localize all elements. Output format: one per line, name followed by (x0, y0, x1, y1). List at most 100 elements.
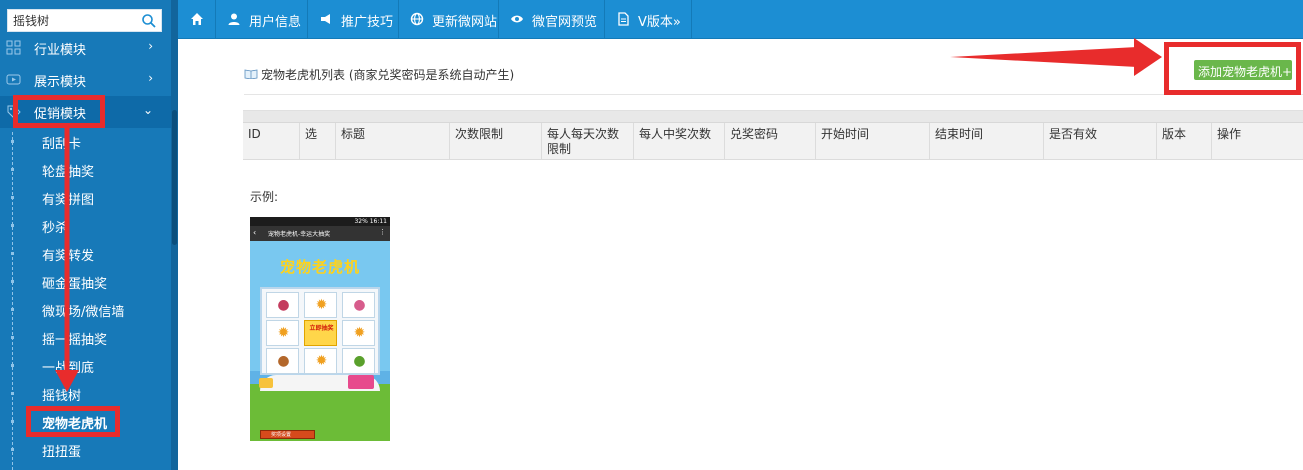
submenu-item[interactable]: 微现场/微信墙 (0, 295, 171, 323)
phone-status-bar: 32% 16:11 (250, 217, 390, 226)
frog-icon: ● (353, 353, 366, 369)
bullet-icon (11, 364, 14, 367)
bullet-icon (11, 448, 14, 451)
submenu-item[interactable]: 摇钱树 (0, 379, 171, 407)
annotation-box-pet-slot (26, 406, 120, 437)
slot-grid: ● ✹ ● ✹ 立即抽奖 ✹ ● ✹ ● (260, 287, 380, 375)
gift-icon (348, 375, 374, 389)
slot-cell: ● (342, 348, 375, 374)
content-panel: 宠物老虎机列表 (商家兑奖密码是系统自动产生) 添加宠物老虎机+ ID 选 标题… (230, 39, 1303, 455)
slot-cell: ✹ (304, 292, 337, 318)
bear-icon: ● (277, 353, 290, 369)
submenu-item[interactable]: 刮刮卡 (0, 127, 171, 155)
scrollbar-thumb[interactable] (172, 110, 177, 245)
submenu-item[interactable]: 有奖拼图 (0, 183, 171, 211)
table-header-id[interactable]: ID (243, 123, 299, 160)
bullet-icon (11, 420, 14, 423)
chevron-right-icon: › (148, 71, 153, 85)
megaphone-icon (321, 14, 330, 24)
lion-icon: ✹ (353, 325, 366, 341)
table-header-actions[interactable]: 操作 (1211, 123, 1303, 160)
slot-cell: ● (266, 292, 299, 318)
bird-icon: ● (277, 297, 290, 313)
slot-start-button: 立即抽奖 (304, 320, 337, 346)
lion-icon: ✹ (315, 297, 328, 313)
bullet-icon (11, 196, 14, 199)
bullet-icon (11, 252, 14, 255)
table-header-end-time[interactable]: 结束时间 (929, 123, 1043, 160)
eye-icon (511, 15, 523, 23)
bullet-icon (11, 140, 14, 143)
bullet-icon (11, 308, 14, 311)
top-nav: 用户信息 推广技巧 更新微网站 微官网预览 V版本» (178, 0, 1303, 39)
elephant-icon: ● (353, 297, 366, 313)
open-book-icon (244, 69, 258, 79)
table-header-limit[interactable]: 次数限制 (449, 123, 541, 160)
menu-label: 行业模块 (34, 43, 87, 58)
slot-cell: ● (342, 292, 375, 318)
phone-header: ‹ 宠物老虎机-幸运大抽奖 ⋮ (250, 226, 390, 241)
nav-user-info[interactable]: 用户信息 (216, 0, 308, 39)
phone-logo: 宠物老虎机 (279, 258, 360, 276)
example-label: 示例: (250, 190, 279, 204)
display-icon (6, 74, 21, 85)
bullet-icon (11, 392, 14, 395)
sidebar-scrollbar[interactable] (171, 0, 178, 470)
submenu-item[interactable]: 摇一摇抽奖 (0, 323, 171, 351)
search-input[interactable] (8, 10, 136, 31)
bullet-icon (11, 224, 14, 227)
lion-icon: ✹ (277, 325, 290, 341)
bullet-icon (11, 168, 14, 171)
menu-display-module[interactable]: 展示模块 › (0, 64, 171, 96)
example-screenshot: 32% 16:11 ‹ 宠物老虎机-幸运大抽奖 ⋮ 宠物老虎机 ● ✹ ● ✹ … (250, 217, 390, 441)
home-icon (191, 13, 203, 25)
chevron-down-icon: ⌄ (142, 103, 153, 117)
nav-home[interactable] (178, 0, 216, 39)
chevron-right-icon: › (148, 39, 153, 53)
phone-prize-settings-button: 奖项设置 (260, 430, 315, 439)
submenu-item[interactable]: 扭扭蛋 (0, 435, 171, 463)
menu-label: 展示模块 (34, 75, 87, 90)
sidebar: 行业模块 › 展示模块 › 促销模块 ⌄ 刮刮卡 轮盘抽奖 有奖拼图 秒杀 有 (0, 0, 178, 470)
main-content: 宠物老虎机列表 (商家兑奖密码是系统自动产生) 添加宠物老虎机+ ID 选 标题… (230, 39, 1303, 455)
table-header-select[interactable]: 选 (299, 123, 335, 160)
user-icon (228, 13, 240, 25)
globe-icon (410, 12, 424, 26)
annotation-box-promotion (13, 95, 105, 128)
menu-industry-module[interactable]: 行业模块 › (0, 32, 171, 64)
submenu-item[interactable]: 轮盘抽奖 (0, 155, 171, 183)
document-icon (618, 12, 629, 26)
search-icon[interactable] (141, 13, 157, 29)
table-header-start-time[interactable]: 开始时间 (815, 123, 929, 160)
table-header-password[interactable]: 兑奖密码 (724, 123, 815, 160)
nav-update-site[interactable]: 更新微网站 (399, 0, 499, 39)
nav-preview-site[interactable]: 微官网预览 (499, 0, 605, 39)
table-header-win-count[interactable]: 每人中奖次数 (633, 123, 724, 160)
list-table: ID 选 标题 次数限制 每人每天次数限制 每人中奖次数 兑奖密码 开始时间 结… (243, 110, 1303, 160)
annotation-box-add-button (1164, 42, 1301, 95)
nav-version[interactable]: V版本» (605, 0, 692, 39)
slot-cell: ● (266, 348, 299, 374)
bullet-icon (11, 280, 14, 283)
submenu-item[interactable]: 秒杀 (0, 211, 171, 239)
slot-cell: ✹ (342, 320, 375, 346)
submenu-item[interactable]: 一战到底 (0, 351, 171, 379)
submenu-item[interactable]: 有奖转发 (0, 239, 171, 267)
lion-icon: ✹ (315, 353, 328, 369)
slot-cell: ✹ (266, 320, 299, 346)
table-header-valid[interactable]: 是否有效 (1043, 123, 1156, 160)
nav-promotion-tips[interactable]: 推广技巧 (308, 0, 399, 39)
app-root: 行业模块 › 展示模块 › 促销模块 ⌄ 刮刮卡 轮盘抽奖 有奖拼图 秒杀 有 (0, 0, 1303, 470)
page-title-text: 宠物老虎机列表 (商家兑奖密码是系统自动产生) (261, 68, 515, 82)
table-header-version[interactable]: 版本 (1156, 123, 1211, 160)
table-toolbar (243, 111, 1303, 123)
submenu-item[interactable]: 砸金蛋抽奖 (0, 267, 171, 295)
table-header-daily-limit[interactable]: 每人每天次数限制 (541, 123, 633, 160)
back-icon: ‹ (253, 228, 257, 237)
divider (244, 94, 1303, 95)
sidebar-search[interactable] (7, 9, 162, 32)
gift-icon (259, 378, 273, 388)
slot-cell: ✹ (304, 348, 337, 374)
table-header-title[interactable]: 标题 (335, 123, 449, 160)
more-icon: ⋮ (379, 228, 386, 236)
